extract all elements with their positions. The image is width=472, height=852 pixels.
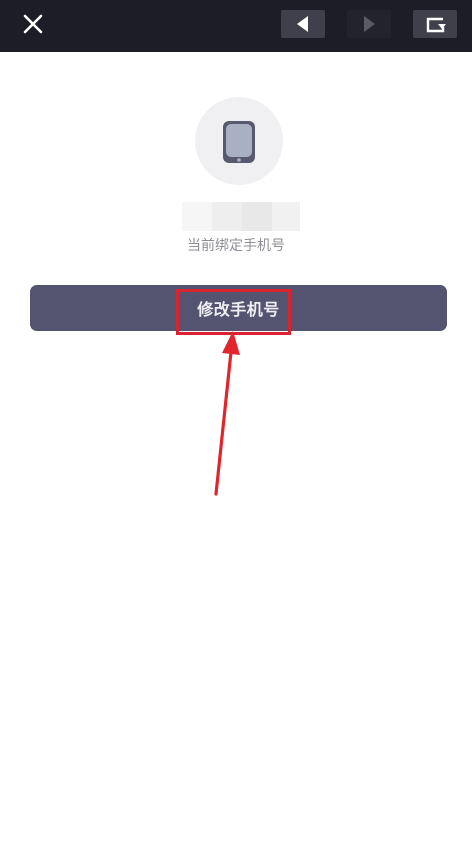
change-phone-button[interactable]: 修改手机号 — [30, 285, 447, 331]
smartphone-icon — [223, 121, 255, 163]
bound-phone-caption: 当前绑定手机号 — [187, 238, 285, 254]
close-button[interactable] — [14, 9, 50, 39]
change-phone-label: 修改手机号 — [197, 300, 280, 319]
top-toolbar — [0, 0, 472, 52]
forward-button[interactable] — [347, 10, 391, 38]
back-button[interactable] — [281, 10, 325, 38]
triangle-right-icon — [364, 16, 375, 32]
refresh-icon — [426, 17, 446, 33]
phone-number-masked — [182, 202, 300, 231]
refresh-button[interactable] — [413, 10, 457, 38]
triangle-left-icon — [297, 16, 308, 32]
avatar — [195, 97, 283, 185]
page: 当前绑定手机号 修改手机号 — [0, 0, 472, 852]
close-icon — [23, 14, 43, 34]
